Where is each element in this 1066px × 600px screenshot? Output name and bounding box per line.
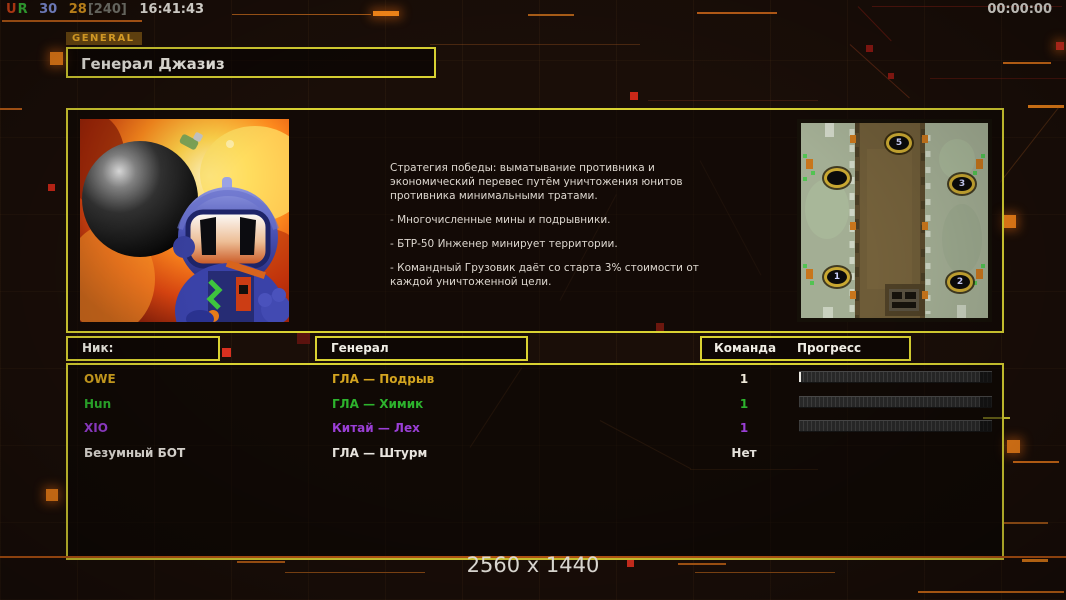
vignette-overlay <box>0 0 1066 600</box>
lobby-screen: UR 30 28[240] 16:41:43 00:00:00 GENERAL … <box>0 0 1066 600</box>
